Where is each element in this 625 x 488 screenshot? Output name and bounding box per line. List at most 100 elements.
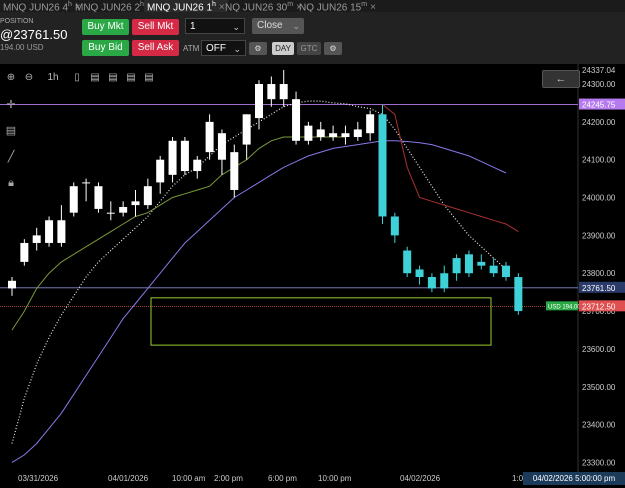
templates-icon[interactable]: ▤ (142, 71, 156, 85)
data-box-icon[interactable]: ▤ (2, 122, 20, 140)
candle-body (57, 220, 66, 243)
candle-body (8, 280, 16, 289)
quantity-select[interactable]: 1 ⌄ (185, 18, 245, 34)
candle-body (82, 182, 91, 184)
candle-body (69, 186, 78, 213)
chart-tab-interval-unit: m (287, 1, 294, 8)
candle-body (353, 129, 362, 138)
time-axis-label: 1:0 (512, 474, 524, 483)
chart-toolbar: ⊕ ⊖ 1h ▯ ▤ ▤ ▤ ▤ (0, 68, 540, 86)
candle-body (464, 254, 473, 274)
drawing-tools-icon[interactable]: ▤ (124, 71, 138, 85)
indicators-icon[interactable]: ▤ (88, 71, 102, 85)
buy-market-button[interactable]: Buy Mkt (82, 19, 129, 35)
time-axis-label: 10:00 am (172, 474, 206, 483)
close-position-button[interactable]: Close ⌄ (252, 18, 304, 34)
candle-body (131, 201, 140, 206)
time-axis-label: 04/02/2026 (400, 474, 441, 483)
position-label: POSITION (0, 18, 34, 25)
price-axis-tick: 23800.00 (582, 269, 616, 278)
last-price-label: 23712.50 (582, 302, 616, 311)
candle-body (390, 216, 399, 236)
candle-body (106, 212, 115, 214)
candle-body (45, 220, 54, 243)
chevron-down-icon: ⌄ (233, 44, 241, 54)
price-axis-tick: 24337.04 (582, 66, 616, 75)
candle-body (341, 133, 350, 138)
pnl-label: USD 194.00 (548, 304, 581, 310)
sell-ask-button[interactable]: Sell Ask (132, 40, 179, 56)
bar-type-icon[interactable]: ▯ (70, 71, 84, 85)
chart-tab[interactable]: MNQ JUN26 1h × (144, 0, 228, 12)
chart-tab-label: MNQ JUN26 2 (75, 2, 141, 12)
chart-tab-label: NQ JUN26 30 (225, 2, 288, 12)
interval-button[interactable]: 1h (42, 71, 64, 85)
time-axis-label: 04/01/2026 (108, 474, 149, 483)
price-axis-tick: 23500.00 (582, 383, 616, 392)
buy-bid-button[interactable]: Buy Bid (82, 40, 129, 56)
quantity-value: 1 (190, 21, 196, 32)
candle-body (329, 133, 338, 138)
candle-body (514, 277, 523, 312)
chart-tab-interval-unit: m (361, 1, 368, 8)
zoom-out-icon[interactable]: ⊖ (22, 71, 36, 85)
chart-tab-label: MNQ JUN26 1 (147, 2, 213, 12)
close-tab-icon[interactable]: × (370, 2, 376, 12)
order-settings-icon[interactable]: ⚙ (324, 42, 342, 55)
candle-body (427, 277, 436, 289)
candle-body (230, 152, 239, 190)
draw-line-icon[interactable]: ╱ (2, 148, 20, 166)
candle-body (489, 265, 498, 274)
position-pnl: 194.00 USD (0, 43, 44, 52)
candle-body (477, 261, 486, 266)
atm-settings-icon[interactable]: ⚙ (249, 42, 267, 55)
indicator-series-line (11, 100, 507, 444)
price-axis-tick: 23400.00 (582, 421, 616, 430)
chart-tab[interactable]: NQ JUN26 15m × (296, 0, 379, 12)
candle-body (32, 235, 41, 243)
candle-body (366, 114, 375, 134)
scroll-to-latest-button[interactable]: ← (542, 70, 580, 88)
chart-tab-interval-unit: h (212, 1, 216, 8)
chart-tab[interactable]: NQ JUN26 30m × (222, 0, 305, 12)
candle-body (440, 273, 449, 289)
candle-body (255, 84, 263, 119)
crosshair-date-label: 04/02/2026 5:00:00 pm (523, 472, 625, 485)
atm-strategy-select[interactable]: OFF ⌄ (201, 40, 246, 56)
crosshair-icon[interactable]: ✛ (2, 96, 20, 114)
candle-body (304, 125, 313, 141)
candle-body (378, 114, 387, 217)
lock-icon[interactable]: 🔒︎ (2, 174, 20, 192)
atm-value: OFF (206, 43, 226, 54)
candle-body (180, 140, 189, 172)
price-axis-tick: 24300.00 (582, 80, 616, 89)
time-axis-label: 10:00 pm (318, 474, 352, 483)
tif-day-button[interactable]: DAY (272, 42, 294, 55)
candle-body (193, 159, 202, 172)
candle-body (20, 242, 29, 262)
price-axis-tick: 24200.00 (582, 118, 616, 127)
price-zone-rectangle (150, 297, 492, 346)
price-axis-tick: 23300.00 (582, 458, 616, 467)
chart-tab-bar: MNQ JUN26 4h×MNQ JUN26 2h×MNQ JUN26 1h×N… (0, 0, 625, 12)
price-chart[interactable]: 24337.04 24300.00 24200.00 24100.00 24000.00… (0, 64, 625, 472)
candle-body (205, 121, 214, 153)
price-axis-tick: 24100.00 (582, 156, 616, 165)
candle-body (119, 207, 128, 213)
candle-body (502, 265, 510, 278)
candle-body (168, 140, 177, 175)
indicator-series-line (382, 104, 519, 233)
chevron-down-icon: ⌄ (232, 22, 240, 32)
candle-body (242, 114, 251, 145)
candle-body (403, 250, 412, 274)
price-axis-tick: 23600.00 (582, 345, 616, 354)
chart-tab-label: MNQ JUN26 4 (3, 2, 69, 12)
time-axis-label: 2:00 pm (214, 474, 243, 483)
time-axis-label: 6:00 pm (268, 474, 297, 483)
zoom-in-icon[interactable]: ⊕ (4, 71, 18, 85)
horizontal-line-upper-label: 24245.75 (582, 101, 616, 110)
close-label: Close (257, 20, 283, 31)
strategies-icon[interactable]: ▤ (106, 71, 120, 85)
tif-gtc-button[interactable]: GTC (297, 42, 321, 55)
sell-market-button[interactable]: Sell Mkt (132, 19, 179, 35)
